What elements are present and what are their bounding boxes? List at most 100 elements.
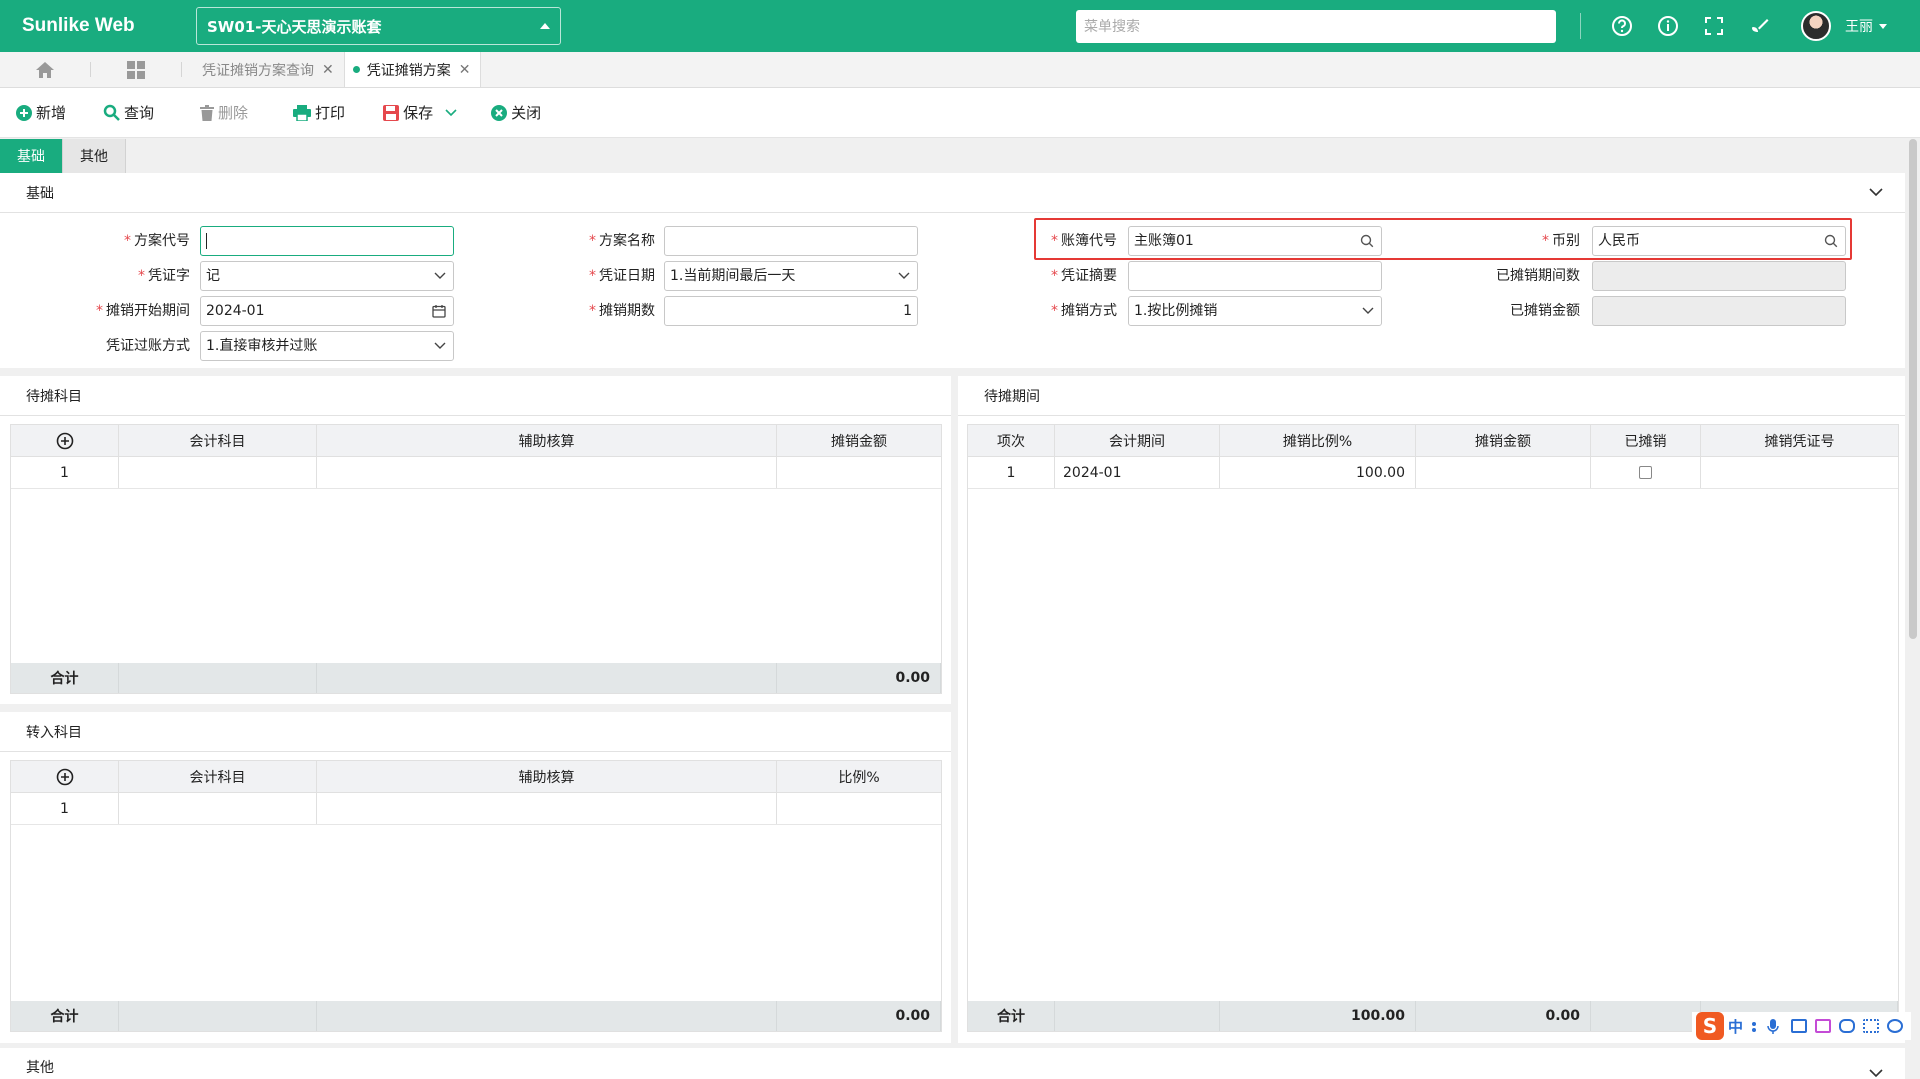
tab-plan-query[interactable]: 凭证摊销方案查询 ✕: [182, 52, 345, 87]
home-tab[interactable]: [0, 52, 90, 87]
info-icon[interactable]: [1654, 12, 1682, 40]
delete-button[interactable]: 删除: [200, 102, 248, 123]
theme-brush-icon[interactable]: [1746, 12, 1774, 40]
new-button[interactable]: 新增: [16, 102, 66, 123]
chevron-down-icon[interactable]: [1869, 1068, 1883, 1078]
menu-search-input[interactable]: [1076, 10, 1556, 43]
amount-cell[interactable]: [1416, 457, 1591, 488]
column-header[interactable]: 会计期间: [1055, 425, 1220, 456]
calendar-icon[interactable]: [432, 304, 446, 318]
save-button[interactable]: 保存: [383, 102, 433, 123]
chevron-down-icon[interactable]: [1869, 187, 1883, 197]
query-button[interactable]: 查询: [103, 102, 154, 123]
total-label: 合计: [11, 1001, 119, 1031]
tab-other[interactable]: 其他: [63, 139, 126, 173]
close-icon[interactable]: ✕: [322, 62, 334, 78]
tab-basic[interactable]: 基础: [0, 139, 63, 173]
table-row[interactable]: 1 2024-01 100.00: [968, 457, 1898, 489]
page-scrollbar[interactable]: [1909, 139, 1917, 639]
column-header[interactable]: 项次: [968, 425, 1055, 456]
voucher-summary-input[interactable]: [1128, 261, 1382, 291]
aux-cell[interactable]: [317, 457, 777, 488]
apps-icon[interactable]: [1863, 1019, 1880, 1033]
fullscreen-icon[interactable]: [1700, 12, 1728, 40]
keyboard-icon[interactable]: [1791, 1019, 1808, 1033]
plan-name-label: * 方案名称: [589, 233, 655, 249]
chevron-down-icon: [434, 342, 446, 349]
column-header[interactable]: 已摊销: [1591, 425, 1701, 456]
voucher-word-select[interactable]: 记: [200, 261, 454, 291]
panel-title: 待摊期间: [958, 376, 1905, 416]
chevron-down-icon[interactable]: [1879, 23, 1887, 29]
table-row[interactable]: 1: [11, 457, 941, 489]
column-header[interactable]: 摊销比例%: [1220, 425, 1416, 456]
amount-cell[interactable]: [777, 457, 941, 488]
ime-toolbar[interactable]: S 中: [1692, 1012, 1912, 1040]
periods-input[interactable]: 1: [664, 296, 918, 326]
voucher-no-cell[interactable]: [1701, 457, 1898, 488]
ratio-cell[interactable]: [777, 793, 941, 824]
column-header[interactable]: 摊销凭证号: [1701, 425, 1898, 456]
column-header[interactable]: 辅助核算: [317, 761, 777, 792]
add-row-button[interactable]: [11, 425, 119, 456]
account-selector[interactable]: SW01-天心天思演示账套: [196, 7, 561, 45]
chevron-down-icon: [434, 272, 446, 279]
active-dot-icon: [352, 66, 360, 73]
column-header[interactable]: 辅助核算: [317, 425, 777, 456]
user-name[interactable]: 王丽: [1845, 16, 1873, 36]
plan-name-input[interactable]: [664, 226, 918, 256]
close-button[interactable]: 关闭: [491, 102, 541, 123]
section-title[interactable]: 其他: [0, 1048, 1905, 1079]
save-dropdown-button[interactable]: [445, 108, 461, 117]
caret-up-icon: [540, 23, 550, 29]
period-cell[interactable]: 2024-01: [1055, 457, 1220, 488]
apps-tab[interactable]: [91, 52, 181, 87]
panel-title: 待摊科目: [0, 376, 951, 416]
settings-icon[interactable]: [1887, 1019, 1904, 1033]
skin-icon[interactable]: [1815, 1019, 1832, 1033]
total-value: 0.00: [777, 1001, 941, 1031]
ratio-cell[interactable]: 100.00: [1220, 457, 1416, 488]
plus-circle-icon: [56, 768, 73, 785]
brand-logo: Sunlike Web: [22, 15, 135, 36]
total-empty: [317, 663, 777, 693]
column-header[interactable]: 比例%: [777, 761, 941, 792]
help-icon[interactable]: [1608, 12, 1636, 40]
start-period-input[interactable]: 2024-01: [200, 296, 454, 326]
row-number: 1: [11, 793, 119, 824]
column-header[interactable]: 摊销金额: [1416, 425, 1591, 456]
chevron-down-icon: [445, 108, 457, 116]
other-section: 其他: [0, 1048, 1905, 1079]
add-row-button[interactable]: [11, 761, 119, 792]
close-icon[interactable]: ✕: [459, 62, 471, 78]
chevron-down-icon: [898, 272, 910, 279]
avatar[interactable]: [1801, 11, 1831, 41]
voucher-date-select[interactable]: 1.当前期间最后一天: [664, 261, 918, 291]
punctuation-icon[interactable]: [1751, 1019, 1759, 1033]
periods-label: * 摊销期数: [589, 303, 655, 319]
tab-plan[interactable]: 凭证摊销方案 ✕: [344, 52, 482, 87]
column-header[interactable]: 会计科目: [119, 761, 317, 792]
plan-code-input[interactable]: [200, 226, 454, 256]
amortized-checkbox[interactable]: [1639, 466, 1652, 479]
section-title[interactable]: 基础: [0, 173, 1905, 213]
search-icon: [103, 104, 120, 121]
chevron-down-icon: [1362, 307, 1374, 314]
gamepad-icon[interactable]: [1839, 1019, 1856, 1033]
column-header[interactable]: 摊销金额: [777, 425, 941, 456]
grid-header: 会计科目 辅助核算 比例%: [11, 761, 941, 793]
amortized-amount-label: 已摊销金额: [1510, 303, 1580, 319]
posting-method-select[interactable]: 1.直接审核并过账: [200, 331, 454, 361]
home-icon: [36, 61, 54, 78]
column-header[interactable]: 会计科目: [119, 425, 317, 456]
amortized-periods-field: [1592, 261, 1846, 291]
aux-cell[interactable]: [317, 793, 777, 824]
row-number: 1: [11, 457, 119, 488]
subject-cell[interactable]: [119, 793, 317, 824]
table-row[interactable]: 1: [11, 793, 941, 825]
ime-lang[interactable]: 中: [1728, 1016, 1743, 1037]
microphone-icon[interactable]: [1767, 1019, 1783, 1034]
method-select[interactable]: 1.按比例摊销: [1128, 296, 1382, 326]
print-button[interactable]: 打印: [293, 102, 345, 123]
subject-cell[interactable]: [119, 457, 317, 488]
